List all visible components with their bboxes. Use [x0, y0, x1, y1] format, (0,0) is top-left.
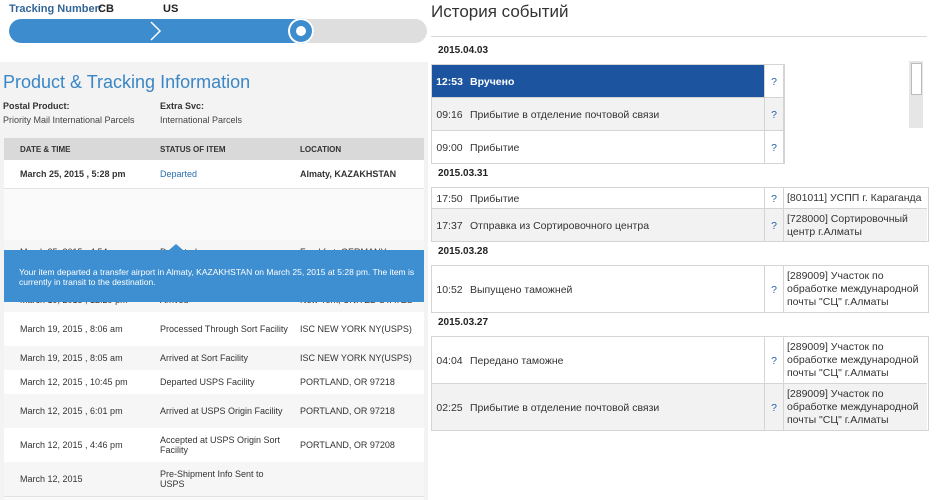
tracking-history-table: DATE & TIME STATUS OF ITEM LOCATION Marc… — [4, 138, 424, 500]
row-date: March 12, 2015 — [20, 474, 83, 484]
table-row[interactable]: March 19, 2015 , 8:05 am Arrived at Sort … — [4, 346, 424, 371]
row-status: Departed — [160, 169, 198, 179]
status-detail-callout: Your item departed a transfer airport in… — [4, 244, 424, 302]
row-date: March 12, 2015 , 6:01 pm — [20, 406, 123, 416]
table-row[interactable]: March 12, 2015 , 10:45 pm Departed USPS F… — [4, 370, 424, 395]
product-tracking-section: Product & Tracking Information Postal Pr… — [0, 62, 428, 500]
extra-svc-label: Extra Svc: — [160, 101, 205, 111]
event-group-border — [431, 187, 929, 242]
row-date: March 19, 2015 , 8:06 am — [20, 324, 123, 334]
table-header: DATE & TIME STATUS OF ITEM LOCATION — [4, 138, 424, 160]
tracking-progress-bar — [9, 19, 427, 43]
callout-text: Your item departed a transfer airport in… — [19, 267, 415, 287]
row-status: Accepted at USPS Origin Sort Facility — [160, 435, 281, 455]
tracking-number-suffix: US — [163, 3, 179, 15]
row-date: March 19, 2015 , 8:05 am — [20, 353, 123, 363]
row-status: Arrived at USPS Origin Facility — [160, 406, 283, 416]
scrollbar-thumb[interactable] — [911, 63, 922, 95]
title-divider — [431, 36, 927, 37]
row-location: PORTLAND, OR 97208 — [300, 440, 395, 450]
event-date-header: 2015.03.27 — [438, 317, 489, 328]
section-title: Product & Tracking Information — [3, 72, 251, 92]
column-header-location: LOCATION — [300, 145, 342, 154]
postal-product-value: Priority Mail International Parcels — [3, 115, 135, 125]
event-history-panel: История событий 2015.04.03 12:53 Вручено? 0… — [429, 0, 941, 500]
postal-product-label: Postal Product: — [3, 101, 70, 111]
table-row-latest[interactable]: March 25, 2015 , 5:28 pm Departed Almaty… — [4, 160, 424, 189]
table-row[interactable]: March 12, 2015 , 4:46 pm Accepted at USPS… — [4, 428, 424, 463]
row-status: Pre-Shipment Info Sent to USPS — [160, 469, 264, 489]
row-date: March 25, 2015 , 5:28 pm — [20, 169, 126, 179]
row-location: PORTLAND, OR 97218 — [300, 377, 395, 387]
scrollbar[interactable] — [909, 61, 923, 128]
column-header-status: STATUS OF ITEM — [160, 145, 226, 154]
row-location: ISC NEW YORK NY(USPS) — [300, 324, 412, 334]
table-row[interactable]: March 12, 2015 , 6:01 pm Arrived at USPS … — [4, 394, 424, 429]
event-date-header: 2015.03.28 — [438, 246, 489, 257]
tracking-header: Tracking Number: CB US — [0, 0, 428, 62]
callout-pointer — [169, 244, 183, 250]
row-status: Arrived at Sort Facility — [160, 353, 249, 363]
event-group-border — [431, 336, 929, 431]
event-group-border — [431, 64, 785, 164]
row-location: ISC NEW YORK NY(USPS) — [300, 353, 412, 363]
column-header-date: DATE & TIME — [20, 145, 71, 154]
table-row[interactable]: March 19, 2015 , 8:06 am Processed Throug… — [4, 312, 424, 347]
table-row[interactable]: March 12, 2015 Pre-Shipment Info Sent to … — [4, 462, 424, 497]
row-status: Departed USPS Facility — [160, 377, 255, 387]
row-status: Processed Through Sort Facility — [160, 324, 288, 334]
event-history-title: История событий — [431, 2, 569, 21]
row-location: PORTLAND, OR 97218 — [300, 406, 395, 416]
tracking-number-value: CB — [98, 3, 114, 15]
row-location — [300, 462, 428, 496]
tracking-number-label: Tracking Number: — [9, 3, 103, 15]
event-date-header: 2015.03.31 — [438, 168, 489, 179]
row-date: March 12, 2015 , 4:46 pm — [20, 440, 123, 450]
row-date: March 12, 2015 , 10:45 pm — [20, 377, 128, 387]
event-group-border — [431, 265, 929, 313]
event-date-header: 2015.04.03 — [438, 45, 489, 56]
extra-svc-value: International Parcels — [160, 115, 243, 125]
usps-tracking-panel: Tracking Number: CB US Product & Trackin… — [0, 0, 428, 500]
chevron-right-icon — [150, 21, 162, 41]
row-location: Almaty, KAZAKHSTAN — [300, 169, 397, 179]
